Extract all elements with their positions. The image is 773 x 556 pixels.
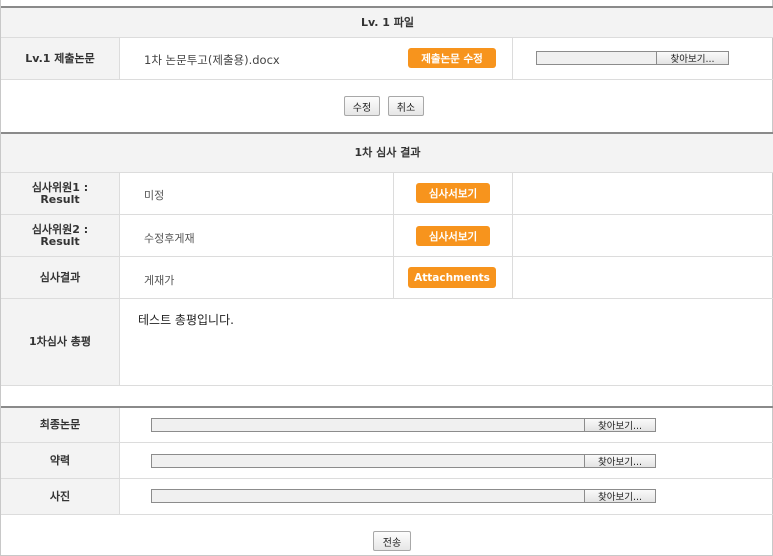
edit-paper-button[interactable]: 제출논문 수정 [408, 48, 496, 68]
save-button[interactable]: 수정 [344, 96, 380, 116]
overall-comment-text: 테스트 총평입니다. [138, 313, 234, 327]
final-paper-file-input[interactable] [151, 418, 584, 432]
submitted-paper-label: Lv.1 제출논문 [1, 38, 119, 79]
final-paper-browse-button[interactable]: 찾아보기... [584, 418, 656, 432]
final-paper-label: 최종논문 [1, 408, 119, 442]
divider [512, 38, 513, 79]
reviewer2-label: 심사위원2 : Result [1, 215, 119, 256]
reviewer1-view-review-button[interactable]: 심사서보기 [416, 183, 490, 203]
overall-comment-label: 1차심사 총평 [1, 299, 119, 385]
reviewer1-result: 미정 [144, 189, 165, 202]
divider [1, 79, 773, 80]
submit-button[interactable]: 전송 [373, 531, 411, 551]
submitted-paper-label-text: Lv.1 제출논문 [25, 51, 95, 65]
file-section-header: Lv. 1 파일 [1, 8, 773, 37]
divider [1, 514, 773, 515]
photo-file-input[interactable] [151, 489, 584, 503]
reviewer2-view-review-button[interactable]: 심사서보기 [416, 226, 490, 246]
divider [1, 385, 773, 386]
review-section-header: 1차 심사 결과 [1, 134, 773, 172]
reviewer2-label-line2: Result [40, 234, 80, 248]
review-result-value: 게재가 [144, 274, 175, 287]
attachments-button[interactable]: Attachments [408, 267, 496, 288]
photo-label: 사진 [1, 479, 119, 514]
review-result-label-text: 심사결과 [39, 270, 81, 284]
divider [393, 173, 394, 298]
photo-browse-button[interactable]: 찾아보기... [584, 489, 656, 503]
biography-file-input[interactable] [151, 454, 584, 468]
biography-label: 약력 [1, 443, 119, 478]
divider [119, 408, 120, 514]
review-section-title: 1차 심사 결과 [354, 146, 421, 159]
divider [512, 173, 513, 298]
divider [119, 173, 120, 298]
paper-browse-button[interactable]: 찾아보기... [656, 51, 729, 65]
cancel-button[interactable]: 취소 [388, 96, 424, 116]
reviewer2-result: 수정후게재 [144, 232, 195, 245]
paper-file-input[interactable] [536, 51, 656, 65]
review-result-label: 심사결과 [1, 257, 119, 298]
overall-comment-label-text: 1차심사 총평 [28, 335, 92, 348]
reviewer1-label-line2: Result [40, 192, 80, 206]
file-section-title: Lv. 1 파일 [360, 16, 414, 29]
biography-label-text: 약력 [49, 453, 71, 467]
photo-label-text: 사진 [49, 489, 71, 503]
divider [119, 299, 120, 385]
page-frame: Lv. 1 파일 Lv.1 제출논문 1차 논문투고(제출용).docx 제출논… [0, 0, 773, 556]
divider [119, 38, 120, 79]
biography-browse-button[interactable]: 찾아보기... [584, 454, 656, 468]
reviewer1-label-line1: 심사위원1 : [31, 180, 89, 194]
reviewer2-label-line1: 심사위원2 : [31, 222, 89, 236]
final-paper-label-text: 최종논문 [39, 418, 81, 431]
reviewer1-label: 심사위원1 : Result [1, 173, 119, 214]
submitted-filename[interactable]: 1차 논문투고(제출용).docx [144, 52, 280, 68]
